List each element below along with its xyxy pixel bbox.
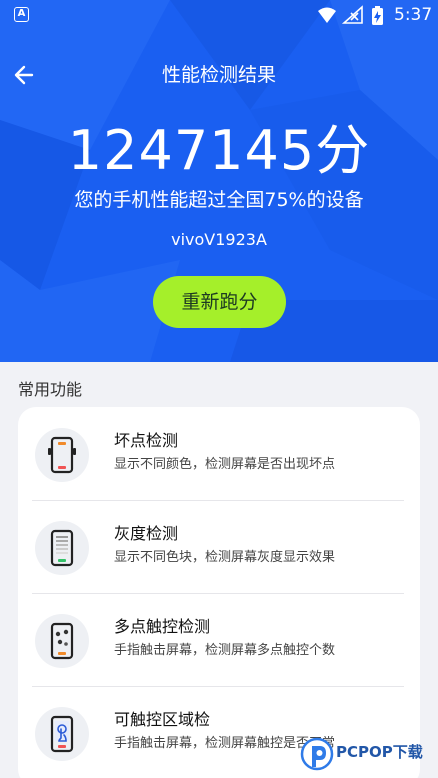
feature-description: 显示不同色块，检测屏幕灰度显示效果 bbox=[114, 550, 336, 565]
section-title: 常用功能 bbox=[18, 380, 83, 399]
feature-item-dead-pixel[interactable]: 坏点检测 显示不同颜色，检测屏幕是否出现坏点 bbox=[18, 407, 420, 499]
benchmark-score: 1247145分 bbox=[67, 119, 371, 182]
ranking-summary: 您的手机性能超过全国75%的设备 bbox=[74, 189, 364, 211]
phone-dead-pixel-icon bbox=[35, 428, 89, 482]
rerun-benchmark-button[interactable]: 重新跑分 bbox=[153, 276, 286, 328]
page-title: 性能检测结果 bbox=[161, 64, 276, 86]
app-notification-icon: A bbox=[14, 7, 29, 22]
pcpop-logo-icon bbox=[300, 737, 334, 771]
feature-name: 灰度检测 bbox=[114, 524, 179, 543]
feature-name: 可触控区域检 bbox=[114, 710, 211, 729]
phone-grayscale-icon bbox=[35, 521, 89, 575]
feature-description: 手指触击屏幕，检测屏幕多点触控个数 bbox=[114, 643, 336, 658]
feature-name: 多点触控检测 bbox=[114, 617, 211, 636]
result-header-panel: A 5:37 性能检测结果 1247145分 您的手机性能超过全国75%的设备 … bbox=[0, 0, 438, 362]
feature-name: 坏点检测 bbox=[114, 431, 179, 450]
feature-description: 显示不同颜色，检测屏幕是否出现坏点 bbox=[114, 457, 336, 472]
feature-item-multitouch[interactable]: 多点触控检测 手指触击屏幕，检测屏幕多点触控个数 bbox=[18, 593, 420, 685]
signal-icon bbox=[341, 5, 363, 24]
status-bar: A 5:37 bbox=[0, 0, 438, 32]
watermark: PCPOP下载 bbox=[298, 734, 438, 778]
phone-touch-area-icon bbox=[35, 707, 89, 761]
wifi-icon bbox=[318, 7, 336, 23]
device-model: vivoV1923A bbox=[171, 230, 267, 249]
feature-item-grayscale[interactable]: 灰度检测 显示不同色块，检测屏幕灰度显示效果 bbox=[18, 500, 420, 592]
system-status-icons bbox=[318, 5, 383, 25]
phone-multitouch-icon bbox=[35, 614, 89, 668]
status-time: 5:37 bbox=[394, 5, 433, 25]
battery-charging-icon bbox=[372, 6, 383, 25]
watermark-text: PCPOP下载 bbox=[336, 743, 423, 761]
features-card: 坏点检测 显示不同颜色，检测屏幕是否出现坏点 灰度检测 显示不同色块，检测屏幕灰… bbox=[18, 407, 420, 778]
